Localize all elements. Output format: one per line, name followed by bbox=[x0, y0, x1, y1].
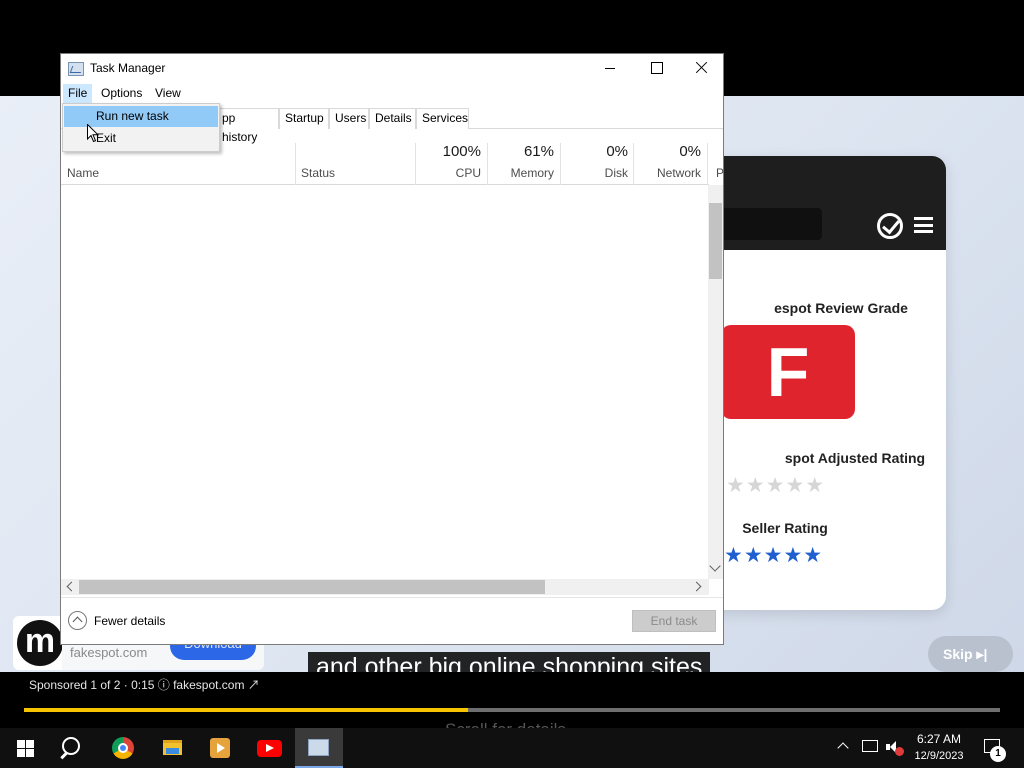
advertiser-logo[interactable]: m bbox=[13, 616, 67, 670]
minimize-button[interactable] bbox=[587, 54, 633, 83]
skip-ad-button[interactable]: Skip ▸| bbox=[928, 636, 1013, 672]
column-status[interactable]: Status bbox=[301, 166, 335, 180]
adjusted-rating-stars: ★★★★★ bbox=[726, 474, 826, 497]
tab-services[interactable]: Services bbox=[416, 108, 469, 129]
column-divider bbox=[415, 143, 416, 185]
ad-domain[interactable]: fakespot.com bbox=[70, 645, 147, 660]
column-name[interactable]: Name bbox=[67, 166, 99, 180]
tab-app-history[interactable]: pp history bbox=[217, 108, 279, 144]
chrome-icon[interactable] bbox=[100, 728, 144, 768]
task-manager-app-icon bbox=[68, 62, 84, 76]
scroll-left-arrow-icon[interactable] bbox=[66, 581, 77, 592]
seller-rating-stars: ★★★★★ bbox=[724, 544, 824, 567]
memory-percent[interactable]: 61% bbox=[489, 143, 554, 160]
column-divider bbox=[560, 143, 561, 185]
scroll-right-arrow-icon[interactable] bbox=[691, 581, 702, 592]
seller-rating-title: Seller Rating bbox=[742, 520, 828, 536]
column-divider bbox=[633, 143, 634, 185]
volume-muted-badge bbox=[895, 747, 904, 756]
column-cpu[interactable]: CPU bbox=[417, 166, 481, 180]
file-menu-dropdown: Run new task Exit bbox=[62, 103, 220, 152]
hamburger-menu-icon bbox=[914, 217, 933, 233]
search-icon[interactable] bbox=[49, 728, 93, 768]
tab-users[interactable]: Users bbox=[329, 108, 369, 129]
maximize-button[interactable] bbox=[633, 54, 679, 83]
windows-start-icon[interactable] bbox=[2, 728, 46, 768]
sponsored-label[interactable]: Sponsored 1 of 2 · 0:15 ⓘ fakespot.com ↗ bbox=[29, 676, 260, 693]
video-player-icon[interactable] bbox=[198, 728, 242, 768]
column-disk[interactable]: Disk bbox=[562, 166, 628, 180]
title-bar[interactable]: Task Manager bbox=[61, 54, 723, 84]
notification-count-badge: 1 bbox=[990, 746, 1006, 762]
menu-options[interactable]: Options bbox=[96, 84, 147, 103]
network-icon[interactable] bbox=[862, 740, 878, 752]
column-divider bbox=[707, 143, 708, 185]
tab-details[interactable]: Details bbox=[369, 108, 416, 129]
column-divider bbox=[295, 143, 296, 185]
end-task-button[interactable]: End task bbox=[632, 610, 716, 632]
column-power-partial[interactable]: P bbox=[716, 166, 724, 180]
network-percent[interactable]: 0% bbox=[635, 143, 701, 160]
menu-bar: File Options View bbox=[61, 84, 723, 103]
vertical-scroll-thumb[interactable] bbox=[709, 203, 722, 279]
disk-percent[interactable]: 0% bbox=[562, 143, 628, 160]
fewer-details-link[interactable]: Fewer details bbox=[94, 614, 165, 628]
horizontal-scroll-thumb[interactable] bbox=[79, 580, 545, 594]
horizontal-scrollbar[interactable] bbox=[61, 579, 709, 595]
window-footer: Fewer details End task bbox=[61, 597, 723, 644]
window-title: Task Manager bbox=[90, 61, 166, 75]
youtube-icon[interactable] bbox=[247, 728, 291, 768]
progress-fill bbox=[24, 708, 469, 712]
logo-letter: m bbox=[17, 620, 63, 666]
cpu-percent[interactable]: 100% bbox=[417, 143, 481, 160]
desktop-screen: espot Review Grade F spot Adjusted Ratin… bbox=[0, 0, 1024, 768]
vertical-scrollbar[interactable] bbox=[708, 185, 723, 579]
scroll-down-arrow-icon[interactable] bbox=[709, 560, 721, 572]
column-network[interactable]: Network bbox=[635, 166, 701, 180]
menu-file[interactable]: File bbox=[63, 84, 93, 103]
menu-view[interactable]: View bbox=[150, 84, 186, 103]
column-divider bbox=[487, 143, 488, 185]
check-circle-icon bbox=[877, 213, 903, 239]
process-list[interactable] bbox=[61, 186, 709, 579]
close-button[interactable] bbox=[679, 54, 725, 83]
clock-date[interactable]: 12/9/2023 bbox=[911, 750, 967, 768]
column-memory[interactable]: Memory bbox=[489, 166, 554, 180]
tab-startup[interactable]: Startup bbox=[279, 108, 329, 129]
progress-bar[interactable] bbox=[24, 708, 1000, 712]
review-grade-badge: F bbox=[721, 325, 855, 419]
file-explorer-icon[interactable] bbox=[150, 728, 194, 768]
chevron-up-circle-icon[interactable] bbox=[68, 611, 87, 630]
task-manager-taskbar-icon[interactable] bbox=[295, 728, 343, 768]
